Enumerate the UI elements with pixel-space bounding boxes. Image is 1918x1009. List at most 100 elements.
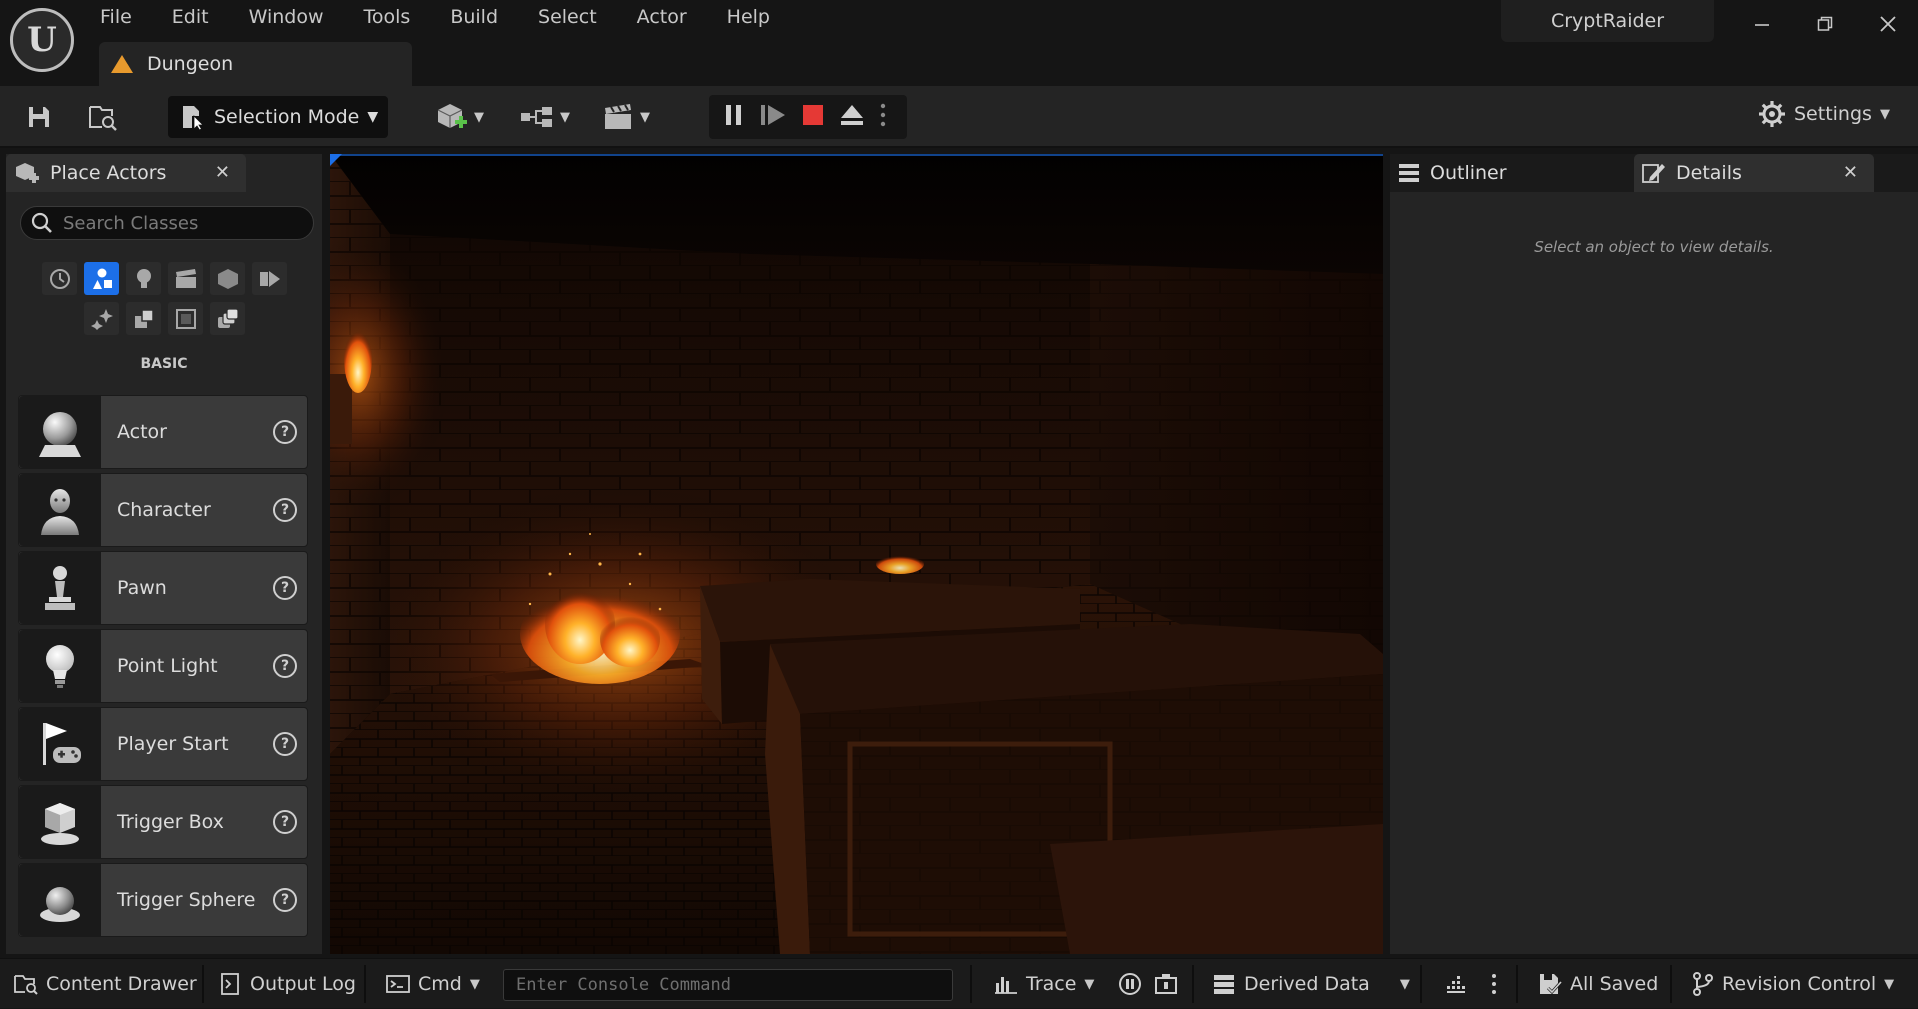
trigger-sphere-label: Trigger Sphere xyxy=(117,889,256,911)
list-item-point-light[interactable]: Point Light ? xyxy=(18,629,308,703)
menu-help[interactable]: Help xyxy=(727,0,790,34)
list-item-player-start[interactable]: Player Start ? xyxy=(18,707,308,781)
character-icon xyxy=(19,474,101,546)
frame-icon[interactable] xyxy=(168,302,203,335)
list-item-trigger-sphere[interactable]: Trigger Sphere ? xyxy=(18,863,308,937)
tab-outliner[interactable]: Outliner xyxy=(1390,154,1630,192)
blueprints-dropdown[interactable]: ▼ xyxy=(520,100,570,134)
menu-edit[interactable]: Edit xyxy=(172,0,229,34)
minimize-icon[interactable] xyxy=(1742,6,1782,42)
unreal-editor-window: U File Edit Window Tools Build Select Ac… xyxy=(0,0,1918,1008)
list-item-pawn[interactable]: Pawn ? xyxy=(18,551,308,625)
save-all-button[interactable]: All Saved xyxy=(1538,959,1658,1009)
menu-tools[interactable]: Tools xyxy=(364,0,431,34)
step-frame-icon[interactable] xyxy=(759,103,787,131)
play-options-icon[interactable] xyxy=(879,102,887,132)
cmd-label: Cmd xyxy=(418,973,462,995)
level-tab[interactable]: Dungeon xyxy=(99,42,412,86)
level-icon xyxy=(111,55,133,73)
record-trace-button[interactable] xyxy=(1118,959,1142,1009)
console-command-field xyxy=(503,969,953,1001)
separator xyxy=(202,965,204,1003)
eject-icon[interactable] xyxy=(839,103,865,131)
source-control-status-button[interactable] xyxy=(1444,959,1468,1009)
help-icon[interactable]: ? xyxy=(273,420,297,444)
geometry-icon[interactable] xyxy=(126,302,161,335)
menu-select[interactable]: Select xyxy=(538,0,617,34)
save-icon[interactable] xyxy=(22,100,56,134)
help-icon[interactable]: ? xyxy=(273,732,297,756)
volumes-icon[interactable] xyxy=(252,262,287,295)
cinematics-dropdown[interactable]: ▼ xyxy=(602,100,650,134)
list-item-trigger-box[interactable]: Trigger Box ? xyxy=(18,785,308,859)
help-icon[interactable]: ? xyxy=(273,888,297,912)
stop-icon[interactable] xyxy=(801,103,825,131)
output-log-button[interactable]: Output Log xyxy=(220,959,356,1009)
help-icon[interactable]: ? xyxy=(273,810,297,834)
list-item-character[interactable]: Character ? xyxy=(18,473,308,547)
gear-icon xyxy=(1759,101,1785,127)
level-viewport[interactable] xyxy=(330,154,1383,954)
cinematic-icon[interactable] xyxy=(168,262,203,295)
recent-clock-icon[interactable] xyxy=(42,262,77,295)
selection-mode-label: Selection Mode xyxy=(214,106,360,128)
tab-place-actors[interactable]: Place Actors ✕ xyxy=(6,154,246,192)
clapperboard-icon xyxy=(605,104,631,129)
details-empty-hint: Select an object to view details. xyxy=(1534,238,1774,256)
all-classes-icon[interactable] xyxy=(210,302,245,335)
record-trace-icon xyxy=(1119,973,1141,995)
console-command-input[interactable] xyxy=(516,975,946,995)
actor-sphere-icon xyxy=(19,396,101,468)
cmd-dropdown[interactable]: Cmd ▼ xyxy=(386,959,480,1009)
all-saved-label: All Saved xyxy=(1570,973,1659,995)
status-grid-icon xyxy=(1447,976,1465,993)
unreal-logo-icon[interactable]: U xyxy=(10,8,74,72)
revision-control-dropdown[interactable]: Revision Control ▼ xyxy=(1692,959,1894,1009)
chevron-down-icon: ▼ xyxy=(1879,106,1890,122)
visual-effects-icon[interactable] xyxy=(210,262,245,295)
close-tab-icon[interactable]: ✕ xyxy=(1843,162,1858,183)
pause-icon[interactable] xyxy=(723,103,745,131)
menu-actor[interactable]: Actor xyxy=(637,0,707,34)
revision-control-label: Revision Control xyxy=(1722,973,1877,995)
chevron-down-icon: ▼ xyxy=(640,109,650,125)
menu-build[interactable]: Build xyxy=(450,0,518,34)
search-icon xyxy=(31,212,52,233)
restore-icon[interactable] xyxy=(1805,6,1845,42)
trace-dropdown[interactable]: Trace ▼ xyxy=(994,959,1094,1009)
content-drawer-button[interactable]: Content Drawer xyxy=(14,959,197,1009)
point-light-label: Point Light xyxy=(117,655,218,677)
help-icon[interactable]: ? xyxy=(273,576,297,600)
selection-mode-dropdown[interactable]: Selection Mode ▼ xyxy=(168,96,388,138)
details-pencil-icon xyxy=(1642,164,1665,183)
more-options-icon[interactable] xyxy=(1490,959,1498,1009)
screenshot-trace-button[interactable] xyxy=(1154,959,1178,1009)
menu-file[interactable]: File xyxy=(100,0,152,34)
search-classes-input[interactable] xyxy=(63,212,303,234)
derived-data-icon xyxy=(1214,975,1234,994)
list-item-actor[interactable]: Actor ? xyxy=(18,395,308,469)
separator xyxy=(1670,965,1672,1003)
tab-details[interactable]: Details ✕ xyxy=(1634,154,1874,192)
separator xyxy=(1516,965,1518,1003)
all-saved-icon xyxy=(1540,974,1562,995)
basic-shapes-icon[interactable] xyxy=(84,262,119,295)
sparkles-icon[interactable] xyxy=(84,302,119,335)
chevron-down-icon: ▼ xyxy=(469,976,480,992)
close-window-icon[interactable] xyxy=(1868,6,1908,42)
browse-content-icon[interactable] xyxy=(86,100,120,134)
quick-add-dropdown[interactable]: ▼ xyxy=(436,100,484,134)
close-tab-icon[interactable]: ✕ xyxy=(215,162,230,183)
help-icon[interactable]: ? xyxy=(273,654,297,678)
help-icon[interactable]: ? xyxy=(273,498,297,522)
chevron-down-icon: ▼ xyxy=(474,109,484,125)
output-log-label: Output Log xyxy=(250,973,356,995)
trace-label: Trace xyxy=(1026,973,1077,995)
actor-category-icons xyxy=(42,262,292,342)
settings-button[interactable]: Settings ▼ xyxy=(1758,100,1890,128)
menu-window[interactable]: Window xyxy=(249,0,344,34)
lights-icon[interactable] xyxy=(126,262,161,295)
derived-data-dropdown[interactable]: Derived Data ▼ xyxy=(1212,959,1410,1009)
dungeon-scene-image xyxy=(330,154,1383,954)
separator xyxy=(970,965,972,1003)
